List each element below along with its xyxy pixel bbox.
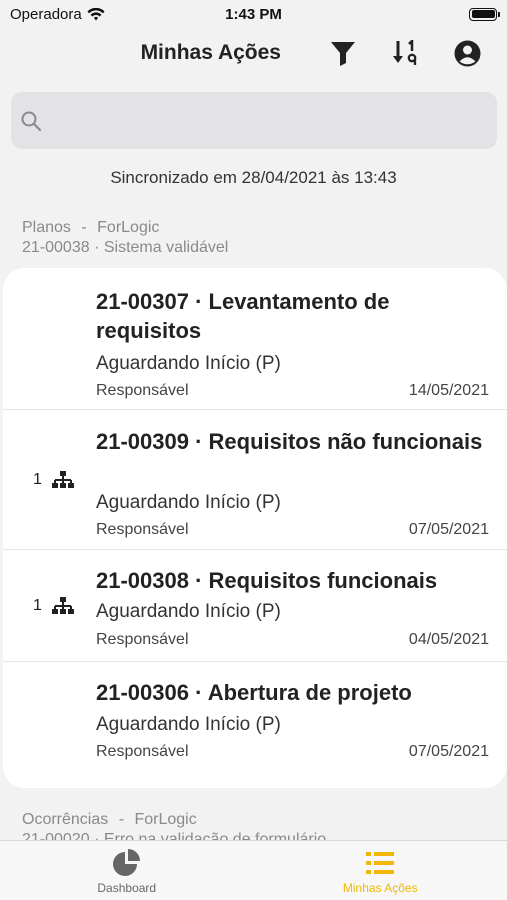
list-item[interactable]: 21-00306 · Abertura de projeto Aguardand… (3, 662, 507, 788)
item-status: Aguardando Início (P) (96, 714, 281, 735)
sub-actions-indicator: 1 (33, 471, 74, 489)
account-button[interactable] (447, 33, 487, 73)
group-separator: - (118, 811, 125, 828)
item-role: Responsável (96, 631, 189, 648)
hierarchy-icon (51, 597, 74, 614)
group-header-planos: Planos - ForLogic 21-00038 · Sistema val… (22, 218, 228, 258)
pie-chart-icon (112, 849, 140, 876)
item-title: 21-00307 · Levantamento de requisitos (96, 289, 390, 343)
status-left: Operadora (10, 6, 105, 23)
account-icon (454, 40, 480, 66)
item-status: Aguardando Início (P) (96, 492, 281, 513)
item-date: 14/05/2021 (408, 382, 489, 399)
group-subtitle: 21-00038 · Sistema validável (22, 239, 229, 256)
carrier-label: Operadora (10, 5, 82, 23)
tab-label: Dashboard (97, 881, 157, 895)
sub-actions-count: 1 (33, 597, 42, 614)
navigation-header: Minhas Ações (0, 30, 507, 76)
group-category: Planos (22, 219, 71, 236)
item-date: 07/05/2021 (408, 743, 489, 760)
item-title: 21-00306 · Abertura de projeto (96, 680, 412, 705)
sub-actions-count: 1 (33, 471, 42, 488)
tab-minhas-acoes[interactable]: Minhas Ações (254, 841, 507, 900)
status-bar: Operadora 1:43 PM (0, 0, 507, 28)
tab-label: Minhas Ações (342, 881, 418, 895)
group-title: Planos - ForLogic (22, 218, 228, 238)
sort-button[interactable] (385, 33, 425, 73)
item-date: 07/05/2021 (408, 521, 489, 538)
group-company: ForLogic (134, 811, 197, 828)
list-item[interactable]: 1 21-00308 · Requisitos funcionais Aguar… (3, 550, 507, 662)
list-icon (366, 852, 395, 874)
group-company: ForLogic (97, 219, 160, 236)
battery-icon (469, 7, 500, 21)
search-input[interactable] (49, 92, 497, 149)
item-status: Aguardando Início (P) (96, 601, 281, 622)
list-item[interactable]: 21-00307 · Levantamento de requisitos Ag… (3, 268, 507, 410)
item-role: Responsável (96, 521, 189, 538)
item-title: 21-00309 · Requisitos não funcionais (96, 429, 483, 454)
tab-bar: Dashboard Minhas Ações (0, 840, 507, 900)
item-role: Responsável (96, 743, 189, 760)
list-item[interactable]: 1 21-00309 · Requisitos não funcionais A… (3, 410, 507, 550)
filter-icon (331, 42, 355, 66)
wifi-icon (87, 7, 105, 20)
actions-list-card: 21-00307 · Levantamento de requisitos Ag… (3, 268, 507, 788)
hierarchy-icon (51, 471, 74, 488)
item-role: Responsável (96, 382, 189, 399)
item-date: 04/05/2021 (408, 631, 489, 648)
item-status: Aguardando Início (P) (96, 353, 281, 374)
search-icon (21, 111, 41, 131)
tab-dashboard[interactable]: Dashboard (0, 841, 254, 900)
group-separator: - (81, 219, 87, 236)
item-title: 21-00308 · Requisitos funcionais (96, 568, 438, 593)
sort-icon (393, 40, 417, 65)
filter-button[interactable] (323, 33, 363, 73)
sync-status: Sincronizado em 28/04/2021 às 13:43 (110, 168, 397, 187)
group-category: Ocorrências (22, 811, 109, 828)
group-title: Ocorrências - ForLogic (22, 810, 326, 830)
search-bar[interactable] (11, 92, 497, 149)
sub-actions-indicator: 1 (33, 597, 74, 615)
page-title: Minhas Ações (140, 41, 281, 64)
